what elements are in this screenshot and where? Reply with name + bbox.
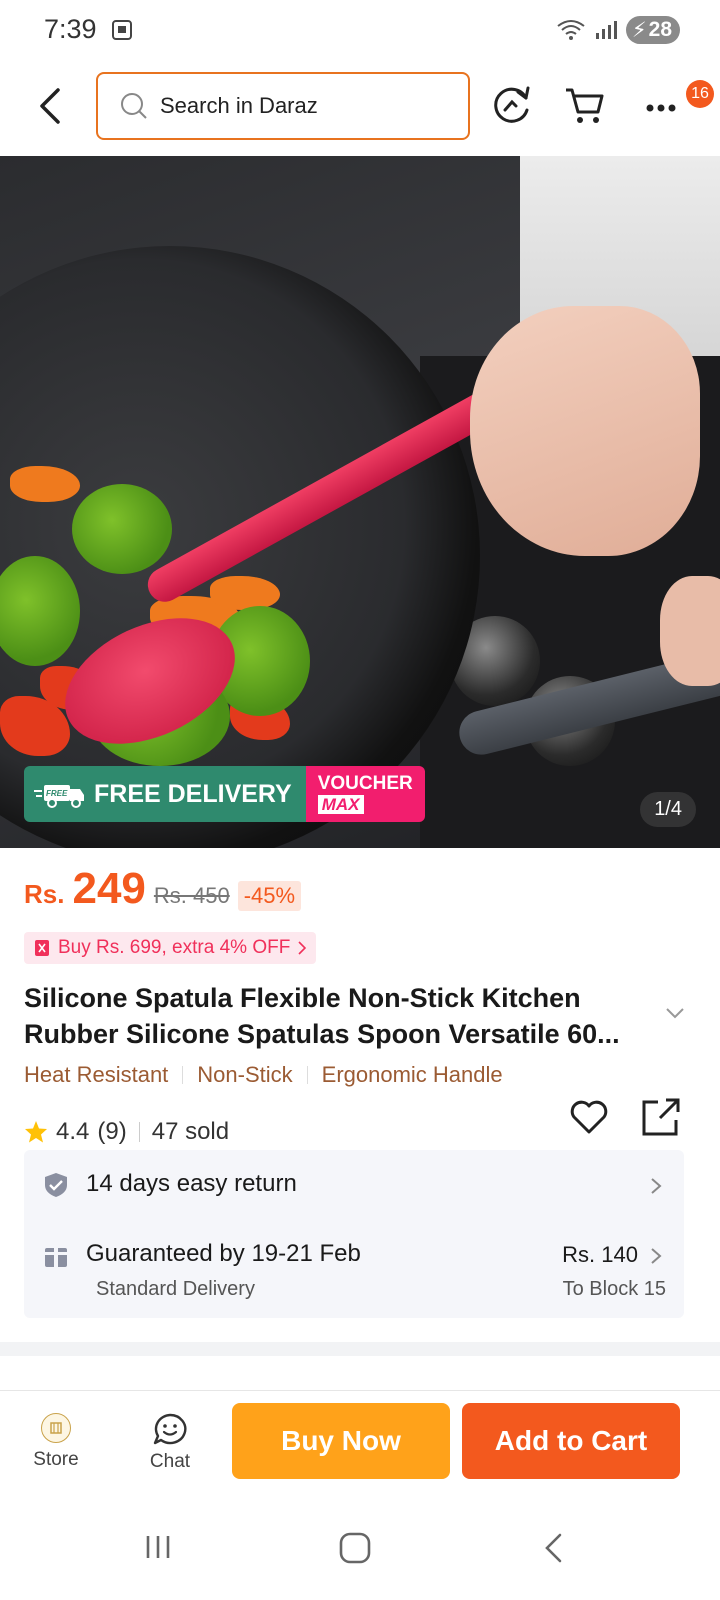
free-delivery-label: FREE DELIVERY	[94, 779, 292, 808]
rating-value: 4.4	[56, 1118, 90, 1145]
buy-now-button[interactable]: Buy Now	[232, 1403, 450, 1479]
delivery-row[interactable]: Guaranteed by 19-21 Feb Standard Deliver…	[24, 1230, 684, 1318]
search-input[interactable]: Search in Daraz	[96, 72, 470, 140]
discount-badge: -45%	[237, 881, 302, 911]
status-bar: 7:39 ⚡ 28	[0, 0, 720, 62]
voucher-offer[interactable]: Buy Rs. 699, extra 4% OFF	[24, 932, 317, 964]
free-delivery-badge: FREE FREE DELIVERY	[24, 766, 306, 822]
refresh-icon[interactable]	[488, 82, 534, 128]
heart-icon[interactable]	[568, 1096, 610, 1138]
store-label: Store	[33, 1449, 79, 1470]
chevron-right-icon	[651, 1248, 662, 1264]
divider	[138, 1122, 140, 1142]
return-policy-text: 14 days easy return	[86, 1170, 297, 1197]
next-section-peek	[24, 1370, 144, 1390]
return-policy-row[interactable]: 14 days easy return	[24, 1150, 684, 1220]
feature-tags: Heat Resistant Non-Stick Ergonomic Handl…	[24, 1062, 503, 1088]
section-divider	[0, 1342, 720, 1356]
bolt-icon: ⚡	[631, 18, 647, 42]
chevron-down-icon[interactable]	[664, 1006, 686, 1020]
feature-tag: Non-Stick	[197, 1062, 293, 1087]
delivery-type: Standard Delivery	[96, 1278, 255, 1300]
add-to-cart-button[interactable]: Add to Cart	[462, 1403, 680, 1479]
truck-icon: FREE	[34, 785, 84, 808]
divider	[306, 1066, 308, 1084]
system-back-icon[interactable]	[540, 1532, 566, 1564]
more-icon[interactable]	[640, 82, 686, 128]
sold-count: 47 sold	[151, 1118, 230, 1145]
battery-indicator: ⚡ 28	[625, 16, 680, 44]
bottom-action-bar: Store Chat Buy Now Add to Cart	[0, 1390, 720, 1500]
share-icon[interactable]	[640, 1096, 682, 1138]
chevron-right-icon	[651, 1178, 662, 1194]
search-placeholder: Search in Daraz	[160, 93, 318, 118]
promo-banner: FREE FREE DELIVERY VOUCHER MAX	[24, 766, 425, 822]
chat-icon	[153, 1413, 187, 1445]
service-card: 14 days easy return Guaranteed by 19-21 …	[24, 1150, 684, 1318]
rating-count: (9)	[97, 1118, 127, 1145]
image-hand	[660, 576, 720, 686]
store-logo-mark	[50, 1422, 62, 1434]
free-small-label: FREE	[46, 789, 68, 798]
image-veg	[72, 484, 172, 574]
gift-icon	[45, 1248, 67, 1267]
status-indicators: ⚡ 28	[556, 16, 680, 44]
shield-icon	[45, 1173, 67, 1197]
original-price: Rs. 450	[153, 883, 230, 908]
star-icon	[25, 1121, 47, 1143]
delivery-guarantee: Guaranteed by 19-21 Feb	[86, 1240, 361, 1267]
voucher-offer-text: Buy Rs. 699, extra 4% OFF	[58, 937, 291, 958]
wifi-icon	[557, 20, 585, 40]
feature-tag: Ergonomic Handle	[321, 1062, 503, 1087]
product-image-carousel[interactable]: FREE FREE DELIVERY VOUCHER MAX 1/4	[0, 156, 720, 848]
voucher-max-badge: VOUCHER MAX	[305, 766, 425, 822]
delivery-location: To Block 15	[562, 1278, 666, 1300]
recent-apps-icon[interactable]	[142, 1532, 174, 1562]
search-icon	[121, 93, 147, 119]
notification-badge: 16	[686, 80, 714, 108]
image-veg	[10, 466, 80, 502]
battery-level: 28	[648, 18, 672, 41]
store-button[interactable]: Store	[16, 1413, 96, 1471]
divider	[182, 1066, 184, 1084]
screenshot-icon	[112, 20, 132, 40]
chevron-right-icon	[298, 941, 307, 955]
voucher-label: VOUCHER	[317, 773, 413, 794]
product-title: Silicone Spatula Flexible Non-Stick Kitc…	[24, 983, 620, 1049]
home-icon[interactable]	[338, 1532, 372, 1564]
top-header: Search in Daraz 16	[0, 62, 720, 154]
status-time: 7:39	[44, 14, 97, 44]
back-icon[interactable]	[30, 84, 70, 128]
currency: Rs.	[24, 879, 65, 909]
system-navigation-bar	[0, 1500, 720, 1600]
cart-icon[interactable]	[562, 82, 608, 128]
chat-button[interactable]: Chat	[130, 1413, 210, 1473]
image-veg	[210, 576, 280, 610]
delivery-fee: Rs. 140	[562, 1242, 638, 1267]
signal-icon	[595, 21, 617, 39]
voucher-icon	[35, 940, 49, 956]
price: 249	[72, 864, 146, 913]
rating-row[interactable]: 4.4 (9) 47 sold	[24, 1118, 229, 1146]
image-hand	[470, 306, 700, 556]
price-row: Rs. 249 Rs. 450 -45%	[24, 864, 302, 914]
image-counter: 1/4	[640, 792, 696, 827]
store-logo	[41, 1413, 71, 1443]
chat-label: Chat	[149, 1451, 191, 1472]
voucher-max-label: MAX	[317, 795, 364, 814]
feature-tag: Heat Resistant	[24, 1062, 169, 1087]
